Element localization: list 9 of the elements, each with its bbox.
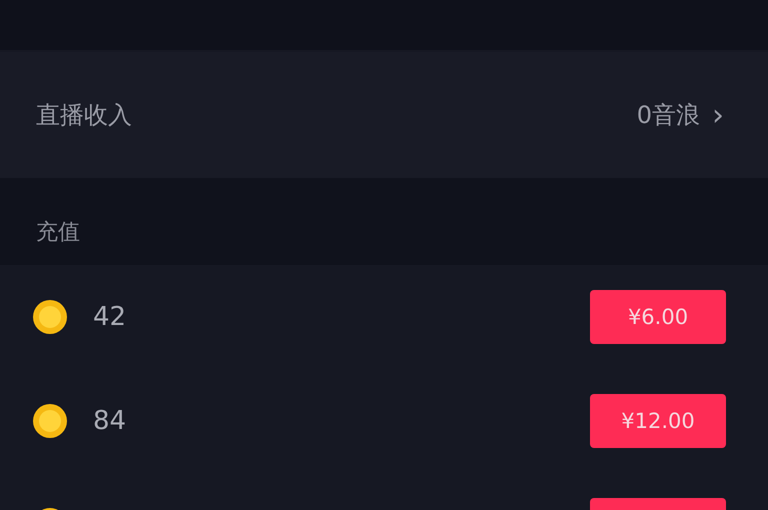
coin-icon (33, 300, 67, 334)
coin-amount: 84 (93, 406, 126, 436)
section-title: 充值 (36, 218, 80, 246)
income-label: 直播收入 (36, 100, 132, 131)
price-button[interactable]: ¥6.00 (590, 290, 726, 344)
coin-amount: 42 (93, 302, 126, 332)
price-button[interactable]: ¥12.00 (590, 394, 726, 448)
income-link[interactable]: 0音浪 › (636, 98, 724, 132)
coin-icon (33, 404, 67, 438)
